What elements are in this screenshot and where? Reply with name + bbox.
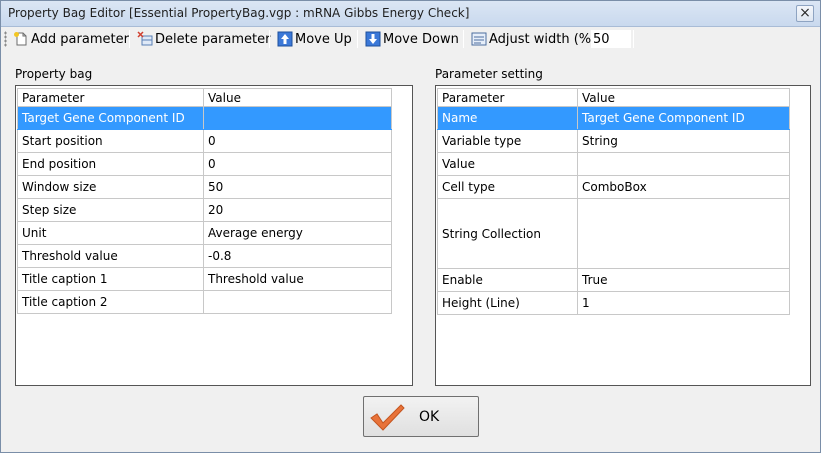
table-row[interactable]: Cell type ComboBox xyxy=(437,175,790,199)
add-parameter-button[interactable]: Add parameter xyxy=(13,28,129,50)
cell-parameter[interactable]: Title caption 2 xyxy=(17,290,204,314)
toolbar-separator xyxy=(357,30,358,48)
adjust-width-label: Adjust width (%) xyxy=(489,31,597,47)
cell-parameter[interactable]: Height (Line) xyxy=(437,291,578,315)
table-row[interactable]: Threshold value -0.8 xyxy=(17,244,392,268)
cell-value[interactable]: ComboBox xyxy=(577,175,790,199)
cell-parameter[interactable]: Unit xyxy=(17,221,204,245)
table-row[interactable]: Step size 20 xyxy=(17,198,392,222)
move-up-label: Move Up xyxy=(295,31,352,47)
toolbar-separator xyxy=(633,30,634,48)
adjust-width-label-group: Adjust width (%) xyxy=(471,28,596,50)
table-row[interactable]: Title caption 2 xyxy=(17,290,392,314)
cell-parameter[interactable]: Start position xyxy=(17,129,204,153)
table-row[interactable]: End position 0 xyxy=(17,152,392,176)
cell-parameter[interactable]: Title caption 1 xyxy=(17,267,204,291)
cell-value[interactable]: -0.8 xyxy=(203,244,392,268)
table-row[interactable]: Enable True xyxy=(437,268,790,292)
toolbar-separator xyxy=(463,30,464,48)
parameter-setting-label: Parameter setting xyxy=(435,67,543,81)
toolbar-separator xyxy=(129,30,130,48)
arrow-up-icon xyxy=(277,31,293,47)
table-row[interactable]: Start position 0 xyxy=(17,129,392,153)
property-bag-grid[interactable]: Parameter Value Target Gene Component ID… xyxy=(15,85,413,386)
table-row[interactable]: Variable type String xyxy=(437,129,790,153)
cell-value[interactable]: Threshold value xyxy=(203,267,392,291)
table-row[interactable]: Target Gene Component ID xyxy=(17,106,392,130)
title-bar[interactable]: Property Bag Editor [Essential PropertyB… xyxy=(1,1,820,27)
cell-value[interactable]: 1 xyxy=(577,291,790,315)
cell-parameter[interactable]: Cell type xyxy=(437,175,578,199)
table-header-row: Parameter Value xyxy=(437,88,790,107)
cell-parameter[interactable]: Variable type xyxy=(437,129,578,153)
cell-value[interactable]: 0 xyxy=(203,152,392,176)
adjust-width-icon xyxy=(471,31,487,47)
column-header-parameter[interactable]: Parameter xyxy=(17,88,204,107)
table-row[interactable]: Title caption 1 Threshold value xyxy=(17,267,392,291)
cell-value[interactable] xyxy=(577,152,790,176)
cell-value[interactable] xyxy=(577,198,790,269)
column-header-value[interactable]: Value xyxy=(577,88,790,107)
cell-parameter[interactable]: Threshold value xyxy=(17,244,204,268)
move-down-button[interactable]: Move Down xyxy=(365,28,459,50)
property-bag-editor-window: Property Bag Editor [Essential PropertyB… xyxy=(0,0,821,453)
cell-parameter[interactable]: Enable xyxy=(437,268,578,292)
cell-value[interactable]: True xyxy=(577,268,790,292)
toolbar-separator xyxy=(269,30,270,48)
table-row[interactable]: Value xyxy=(437,152,790,176)
parameter-setting-grid[interactable]: Parameter Value Name Target Gene Compone… xyxy=(435,85,811,386)
new-document-icon xyxy=(13,31,29,47)
toolbar: Add parameter Delete parameter Move Up M… xyxy=(1,27,820,51)
column-header-parameter[interactable]: Parameter xyxy=(437,88,578,107)
cell-value[interactable]: Average energy xyxy=(203,221,392,245)
adjust-width-input[interactable] xyxy=(591,30,631,48)
parameter-setting-table: Parameter Value Name Target Gene Compone… xyxy=(437,88,790,315)
cell-value[interactable] xyxy=(203,106,392,130)
column-header-value[interactable]: Value xyxy=(203,88,392,107)
cell-parameter[interactable]: End position xyxy=(17,152,204,176)
cell-parameter[interactable]: Target Gene Component ID xyxy=(17,106,204,130)
cell-parameter[interactable]: Window size xyxy=(17,175,204,199)
cell-parameter[interactable]: Name xyxy=(437,106,578,130)
move-up-button[interactable]: Move Up xyxy=(277,28,352,50)
table-row[interactable]: Name Target Gene Component ID xyxy=(437,106,790,130)
delete-parameter-label: Delete parameter xyxy=(155,31,271,47)
delete-parameter-button[interactable]: Delete parameter xyxy=(137,28,270,50)
cell-parameter[interactable]: Step size xyxy=(17,198,204,222)
table-header-row: Parameter Value xyxy=(17,88,392,107)
add-parameter-label: Add parameter xyxy=(31,31,129,47)
cell-parameter[interactable]: String Collection xyxy=(437,198,578,269)
arrow-down-icon xyxy=(365,31,381,47)
table-row[interactable]: Unit Average energy xyxy=(17,221,392,245)
toolbar-grip[interactable] xyxy=(4,31,7,47)
ok-button[interactable]: OK xyxy=(363,396,479,437)
cell-value[interactable]: 50 xyxy=(203,175,392,199)
delete-rows-icon xyxy=(137,31,153,47)
property-bag-table: Parameter Value Target Gene Component ID… xyxy=(17,88,392,314)
table-row[interactable]: Height (Line) 1 xyxy=(437,291,790,315)
cell-value[interactable]: Target Gene Component ID xyxy=(577,106,790,130)
window-title: Property Bag Editor [Essential PropertyB… xyxy=(8,6,470,20)
cell-value[interactable]: 0 xyxy=(203,129,392,153)
table-row[interactable]: String Collection xyxy=(437,198,790,269)
cell-value[interactable]: String xyxy=(577,129,790,153)
cell-parameter[interactable]: Value xyxy=(437,152,578,176)
ok-button-label: OK xyxy=(419,409,440,425)
property-bag-label: Property bag xyxy=(15,67,93,81)
cell-value[interactable]: 20 xyxy=(203,198,392,222)
cell-value[interactable] xyxy=(203,290,392,314)
close-button[interactable]: × xyxy=(796,5,814,22)
checkmark-icon xyxy=(368,402,406,432)
table-row[interactable]: Window size 50 xyxy=(17,175,392,199)
move-down-label: Move Down xyxy=(383,31,459,47)
